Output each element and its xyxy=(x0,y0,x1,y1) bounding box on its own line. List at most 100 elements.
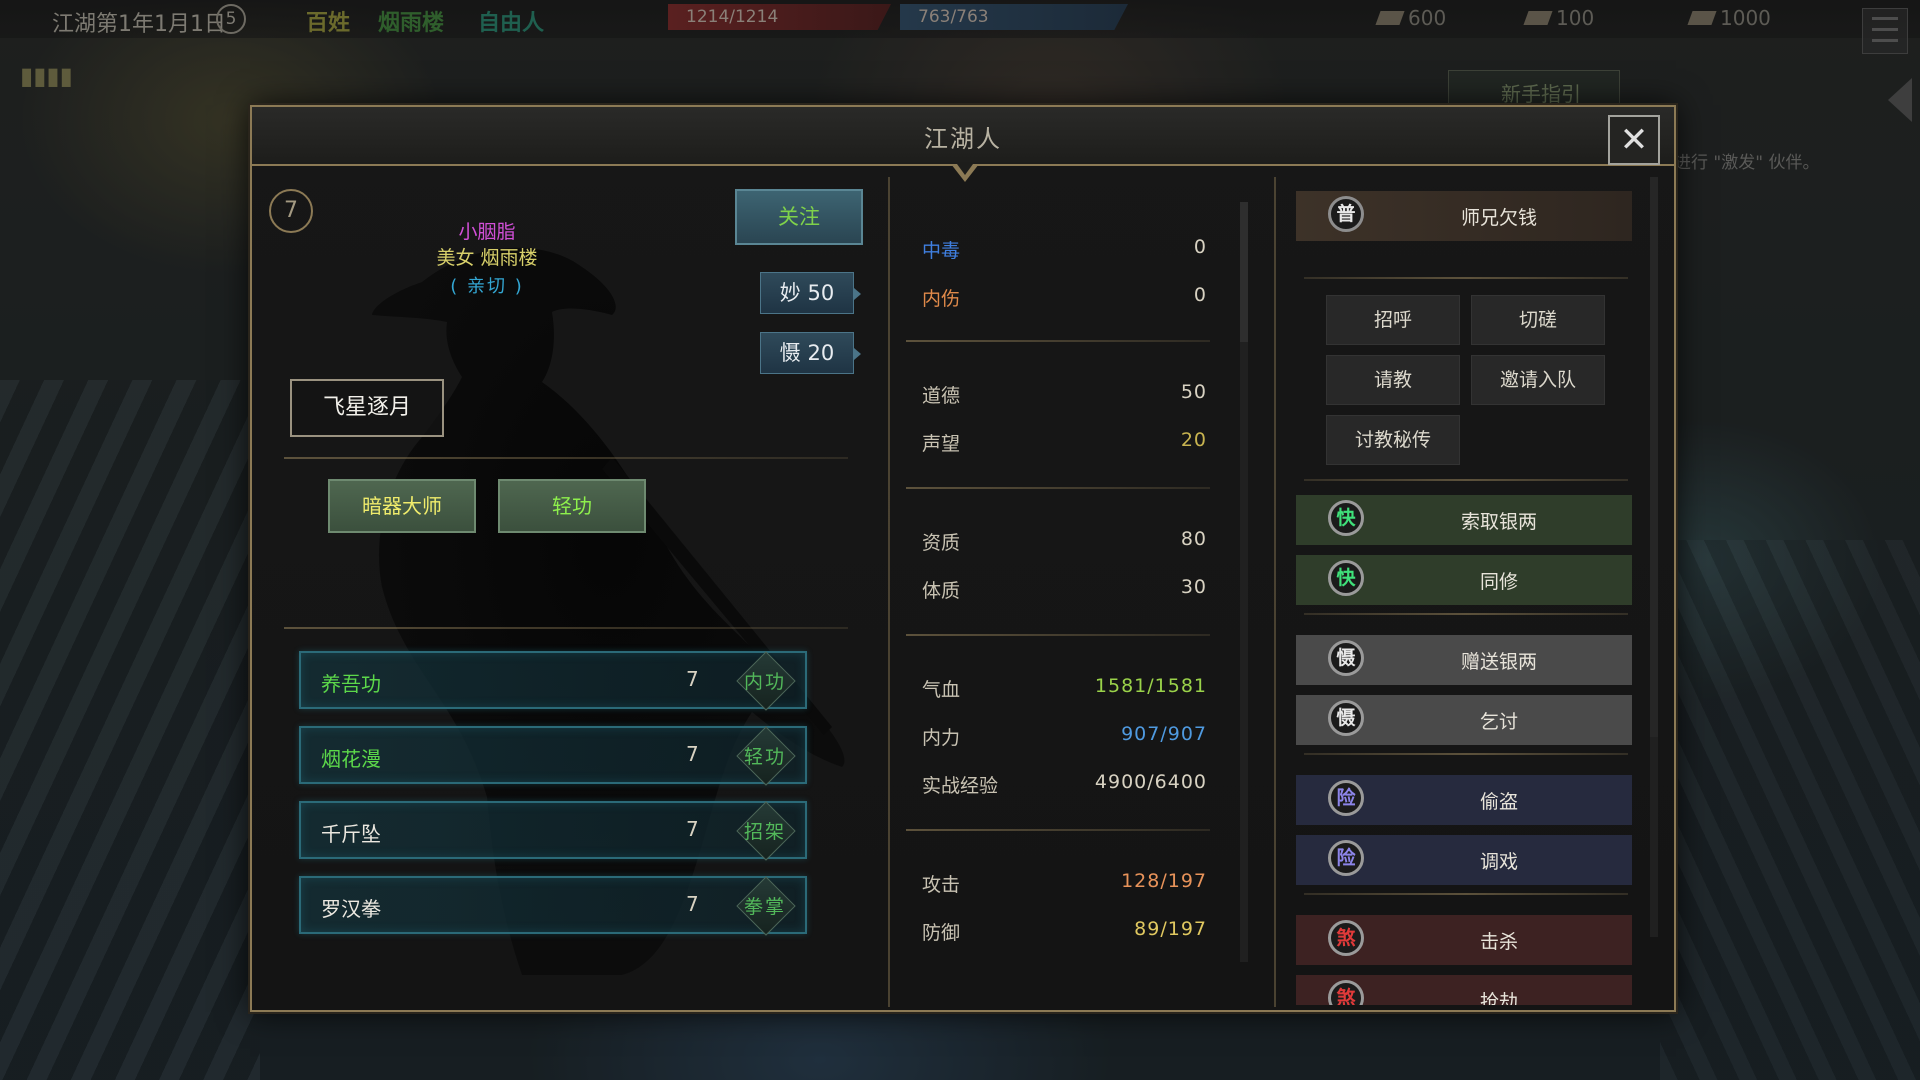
attribute-row: 内力 907/907 xyxy=(922,723,1207,753)
attribute-value: 0 xyxy=(1193,236,1207,258)
attribute-label: 资质 xyxy=(922,532,961,554)
action-label: 师兄欠钱 xyxy=(1460,207,1537,229)
divider xyxy=(1304,277,1628,279)
attribute-label: 内伤 xyxy=(922,288,961,310)
attribute-label: 中毒 xyxy=(922,240,961,262)
skill-type-badge: 内功 xyxy=(736,651,796,711)
action-button[interactable]: 煞 抢劫 xyxy=(1296,975,1632,1005)
character-name: 小胭脂 xyxy=(458,221,516,243)
main-menu-button[interactable] xyxy=(1862,8,1908,54)
character-tags: 美女 烟雨楼 xyxy=(436,247,538,269)
attribute-label: 实战经验 xyxy=(922,775,999,797)
action-label: 赠送银两 xyxy=(1460,651,1537,673)
actions-scroll-thumb[interactable] xyxy=(1650,177,1658,737)
game-date: 江湖第1年1月1日 xyxy=(52,12,226,37)
attribute-value: 50 xyxy=(1180,381,1207,403)
skill-row[interactable]: 千斤坠 7 招架 xyxy=(299,801,807,861)
actions-scrollbar[interactable] xyxy=(1650,177,1658,937)
trait-badge-she: 慑 20 xyxy=(760,332,861,374)
attributes-scroll-thumb[interactable] xyxy=(1240,202,1248,342)
skill-name: 罗汉拳 xyxy=(321,897,381,921)
resource-silver-value: 600 xyxy=(1408,6,1447,30)
skill-row[interactable]: 罗汉拳 7 拳掌 xyxy=(299,876,807,936)
attribute-value: 1581/1581 xyxy=(1094,675,1207,697)
action-badge-icon: 险 xyxy=(1328,780,1364,816)
skill-type-badge: 轻功 xyxy=(736,726,796,786)
action-label: 击杀 xyxy=(1479,931,1518,953)
close-button[interactable]: ✕ xyxy=(1608,115,1660,165)
action-senior-debt[interactable]: 普 师兄欠钱 xyxy=(1296,191,1632,241)
attribute-label: 内力 xyxy=(922,727,961,749)
resource-food: 1000 xyxy=(1687,6,1771,30)
action-label: 抢劫 xyxy=(1479,991,1518,1005)
attribute-row: 实战经验 4900/6400 xyxy=(922,771,1207,801)
divider xyxy=(1304,893,1628,895)
action-spar-button[interactable]: 切磋 xyxy=(1471,295,1605,345)
action-button[interactable]: 快 同修 xyxy=(1296,555,1632,605)
attribute-value: 907/907 xyxy=(1121,723,1207,745)
resource-silver: 600 xyxy=(1375,6,1447,30)
attribute-row: 道德 50 xyxy=(922,381,1207,411)
action-button[interactable]: 快 索取银两 xyxy=(1296,495,1632,545)
martial-title: 飞星逐月 xyxy=(290,379,444,437)
trait-badge-miao: 妙 50 xyxy=(760,272,861,314)
mp-bar: 763/763 xyxy=(900,4,1128,30)
action-badge-icon: 煞 xyxy=(1328,920,1364,956)
action-badge-icon: 快 xyxy=(1328,500,1364,536)
divider xyxy=(284,457,848,459)
attribute-label: 体质 xyxy=(922,580,961,602)
hp-bar: 1214/1214 xyxy=(668,4,891,30)
side-expand-arrow-icon[interactable] xyxy=(1888,78,1912,122)
attribute-row: 声望 20 xyxy=(922,429,1207,459)
attribute-label: 道德 xyxy=(922,385,961,407)
background-hint-text: 进行 "激发" 伙伴。 xyxy=(1674,153,1820,173)
action-button[interactable]: 慑 赠送银两 xyxy=(1296,635,1632,685)
attribute-value: 80 xyxy=(1180,528,1207,550)
skill-type: 轻功 xyxy=(743,746,786,768)
action-label: 索取银两 xyxy=(1460,511,1537,533)
action-button[interactable]: 慑 乞讨 xyxy=(1296,695,1632,745)
attributes-scrollbar[interactable] xyxy=(1240,202,1248,962)
skill-level: 7 xyxy=(686,817,699,841)
action-ask-advice-button[interactable]: 请教 xyxy=(1326,355,1460,405)
attribute-row: 攻击 128/197 xyxy=(922,870,1207,900)
skill-row[interactable]: 养吾功 7 内功 xyxy=(299,651,807,711)
action-badge-icon: 煞 xyxy=(1328,980,1364,1005)
close-icon: ✕ xyxy=(1619,120,1649,160)
attribute-value: 0 xyxy=(1193,284,1207,306)
action-badge-icon: 慑 xyxy=(1328,700,1364,736)
divider xyxy=(1304,479,1628,481)
divider xyxy=(1304,613,1628,615)
character-dialog: 江湖人 ✕ 7 小胭脂 美女 烟雨楼 ( 亲切 ) 关注 妙 50 慑 20 飞… xyxy=(250,105,1676,1012)
action-badge-icon: 普 xyxy=(1328,196,1364,232)
menu-icon xyxy=(1872,17,1898,20)
attribute-row: 体质 30 xyxy=(922,576,1207,606)
attribute-label: 攻击 xyxy=(922,874,961,896)
attribute-value: 20 xyxy=(1180,429,1207,451)
skill-level: 7 xyxy=(686,742,699,766)
follow-button[interactable]: 关注 xyxy=(735,189,863,245)
divider xyxy=(906,487,1210,489)
resource-gold-value: 100 xyxy=(1556,6,1595,30)
gold-icon xyxy=(1523,11,1553,25)
skill-row[interactable]: 烟花漫 7 轻功 xyxy=(299,726,807,786)
title-tag-hidden-weapon-master[interactable]: 暗器大师 xyxy=(328,479,476,533)
action-secret-technique-button[interactable]: 讨教秘传 xyxy=(1326,415,1460,465)
character-level: 7 xyxy=(269,189,313,233)
action-badge-icon: 险 xyxy=(1328,840,1364,876)
divider xyxy=(284,627,848,629)
divider xyxy=(906,634,1210,636)
day-counter: 5 xyxy=(216,4,246,34)
action-greet-button[interactable]: 招呼 xyxy=(1326,295,1460,345)
action-button[interactable]: 险 调戏 xyxy=(1296,835,1632,885)
attribute-label: 防御 xyxy=(922,922,961,944)
action-button[interactable]: 险 偷盗 xyxy=(1296,775,1632,825)
action-label: 偷盗 xyxy=(1479,791,1518,813)
skill-type: 内功 xyxy=(743,671,786,693)
attribute-row: 防御 89/197 xyxy=(922,918,1207,948)
title-tag-lightness-skill[interactable]: 轻功 xyxy=(498,479,646,533)
panel-divider xyxy=(1274,177,1276,1007)
panel-divider xyxy=(888,177,890,1007)
action-button[interactable]: 煞 击杀 xyxy=(1296,915,1632,965)
action-invite-party-button[interactable]: 邀请入队 xyxy=(1471,355,1605,405)
